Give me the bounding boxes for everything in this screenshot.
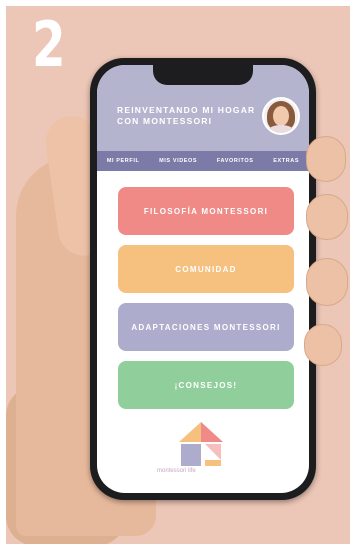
- adaptaciones-montessori-button[interactable]: ADAPTACIONES MONTESSORI: [118, 303, 294, 351]
- logo-text: montessori life: [157, 468, 196, 474]
- phone-notch: [153, 65, 253, 85]
- photo-frame: 2 REINVENTANDO MI HOGAR CON MONTESSORI M…: [6, 6, 350, 544]
- app-nav: MI PERFIL MIS VIDEOS FAVORITOS EXTRAS: [97, 151, 309, 171]
- nav-extras[interactable]: EXTRAS: [273, 158, 299, 164]
- avatar-shirt: [268, 125, 294, 133]
- nav-mis-videos[interactable]: MIS VIDEOS: [159, 158, 197, 164]
- step-number: 2: [32, 8, 66, 81]
- app-title: REINVENTANDO MI HOGAR CON MONTESSORI: [117, 105, 256, 126]
- avatar-face: [273, 106, 289, 126]
- finger-3: [306, 258, 348, 306]
- nav-favoritos[interactable]: FAVORITOS: [217, 158, 254, 164]
- finger-2: [306, 194, 348, 240]
- filosofia-montessori-button[interactable]: FILOSOFÍA MONTESSORI: [118, 187, 294, 235]
- profile-avatar[interactable]: [262, 97, 300, 135]
- finger-4: [304, 324, 342, 366]
- phone: REINVENTANDO MI HOGAR CON MONTESSORI MI …: [90, 58, 316, 500]
- phone-screen: REINVENTANDO MI HOGAR CON MONTESSORI MI …: [97, 65, 309, 493]
- comunidad-button[interactable]: COMUNIDAD: [118, 245, 294, 293]
- consejos-button[interactable]: ¡CONSEJOS!: [118, 361, 294, 409]
- nav-mi-perfil[interactable]: MI PERFIL: [107, 158, 140, 164]
- finger-1: [306, 136, 346, 182]
